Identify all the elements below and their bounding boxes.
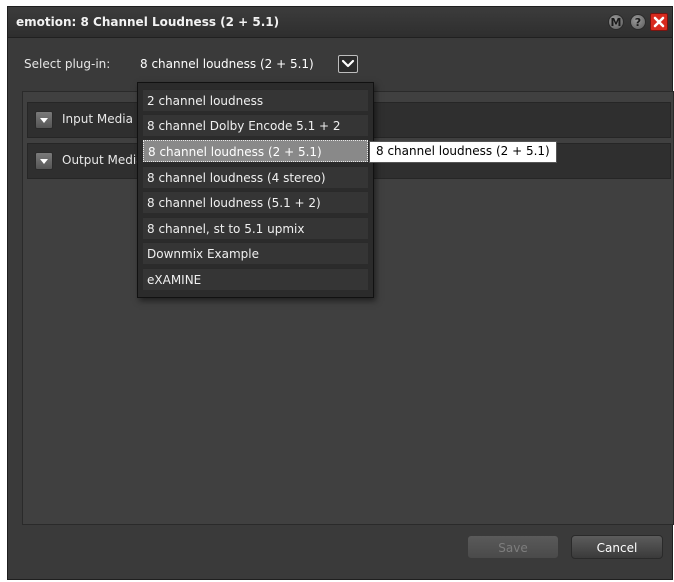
help-button[interactable]: ? [630, 14, 646, 30]
triangle-down-icon [40, 159, 48, 164]
option-tooltip: 8 channel loudness (2 + 5.1) [369, 141, 557, 163]
plugin-dropdown-list: 2 channel loudness 8 channel Dolby Encod… [137, 82, 374, 298]
dropdown-option[interactable]: Downmix Example [143, 242, 368, 264]
resize-grip[interactable] [664, 571, 670, 577]
section-label: Input Media [62, 112, 133, 126]
m-button[interactable]: M [608, 14, 624, 30]
expander-button[interactable] [35, 111, 53, 129]
title-bar: emotion: 8 Channel Loudness (2 + 5.1) M … [8, 7, 672, 38]
expander-button[interactable] [35, 152, 53, 170]
plugin-select[interactable]: 8 channel loudness (2 + 5.1) [140, 55, 372, 75]
dropdown-option[interactable]: eXAMINE [143, 268, 368, 290]
close-button[interactable] [650, 13, 668, 31]
dropdown-option[interactable]: 8 channel, st to 5.1 upmix [143, 217, 368, 239]
dropdown-option[interactable]: 8 channel Dolby Encode 5.1 + 2 [143, 114, 368, 136]
cancel-button[interactable]: Cancel [571, 535, 663, 559]
dropdown-button[interactable] [338, 55, 358, 73]
dropdown-option-selected[interactable]: 8 channel loudness (2 + 5.1) [143, 140, 368, 162]
plugin-select-value: 8 channel loudness (2 + 5.1) [140, 57, 314, 71]
dropdown-option[interactable]: 8 channel loudness (5.1 + 2) [143, 191, 368, 213]
section-label: Output Media [62, 153, 144, 167]
chevron-down-icon [341, 59, 355, 68]
triangle-down-icon [40, 118, 48, 123]
dropdown-option[interactable]: 2 channel loudness [143, 89, 368, 111]
window-title: emotion: 8 Channel Loudness (2 + 5.1) [16, 15, 280, 29]
save-button[interactable]: Save [467, 535, 559, 559]
dropdown-option[interactable]: 8 channel loudness (4 stereo) [143, 166, 368, 188]
select-plugin-label: Select plug-in: [24, 57, 111, 71]
close-icon [653, 16, 665, 28]
